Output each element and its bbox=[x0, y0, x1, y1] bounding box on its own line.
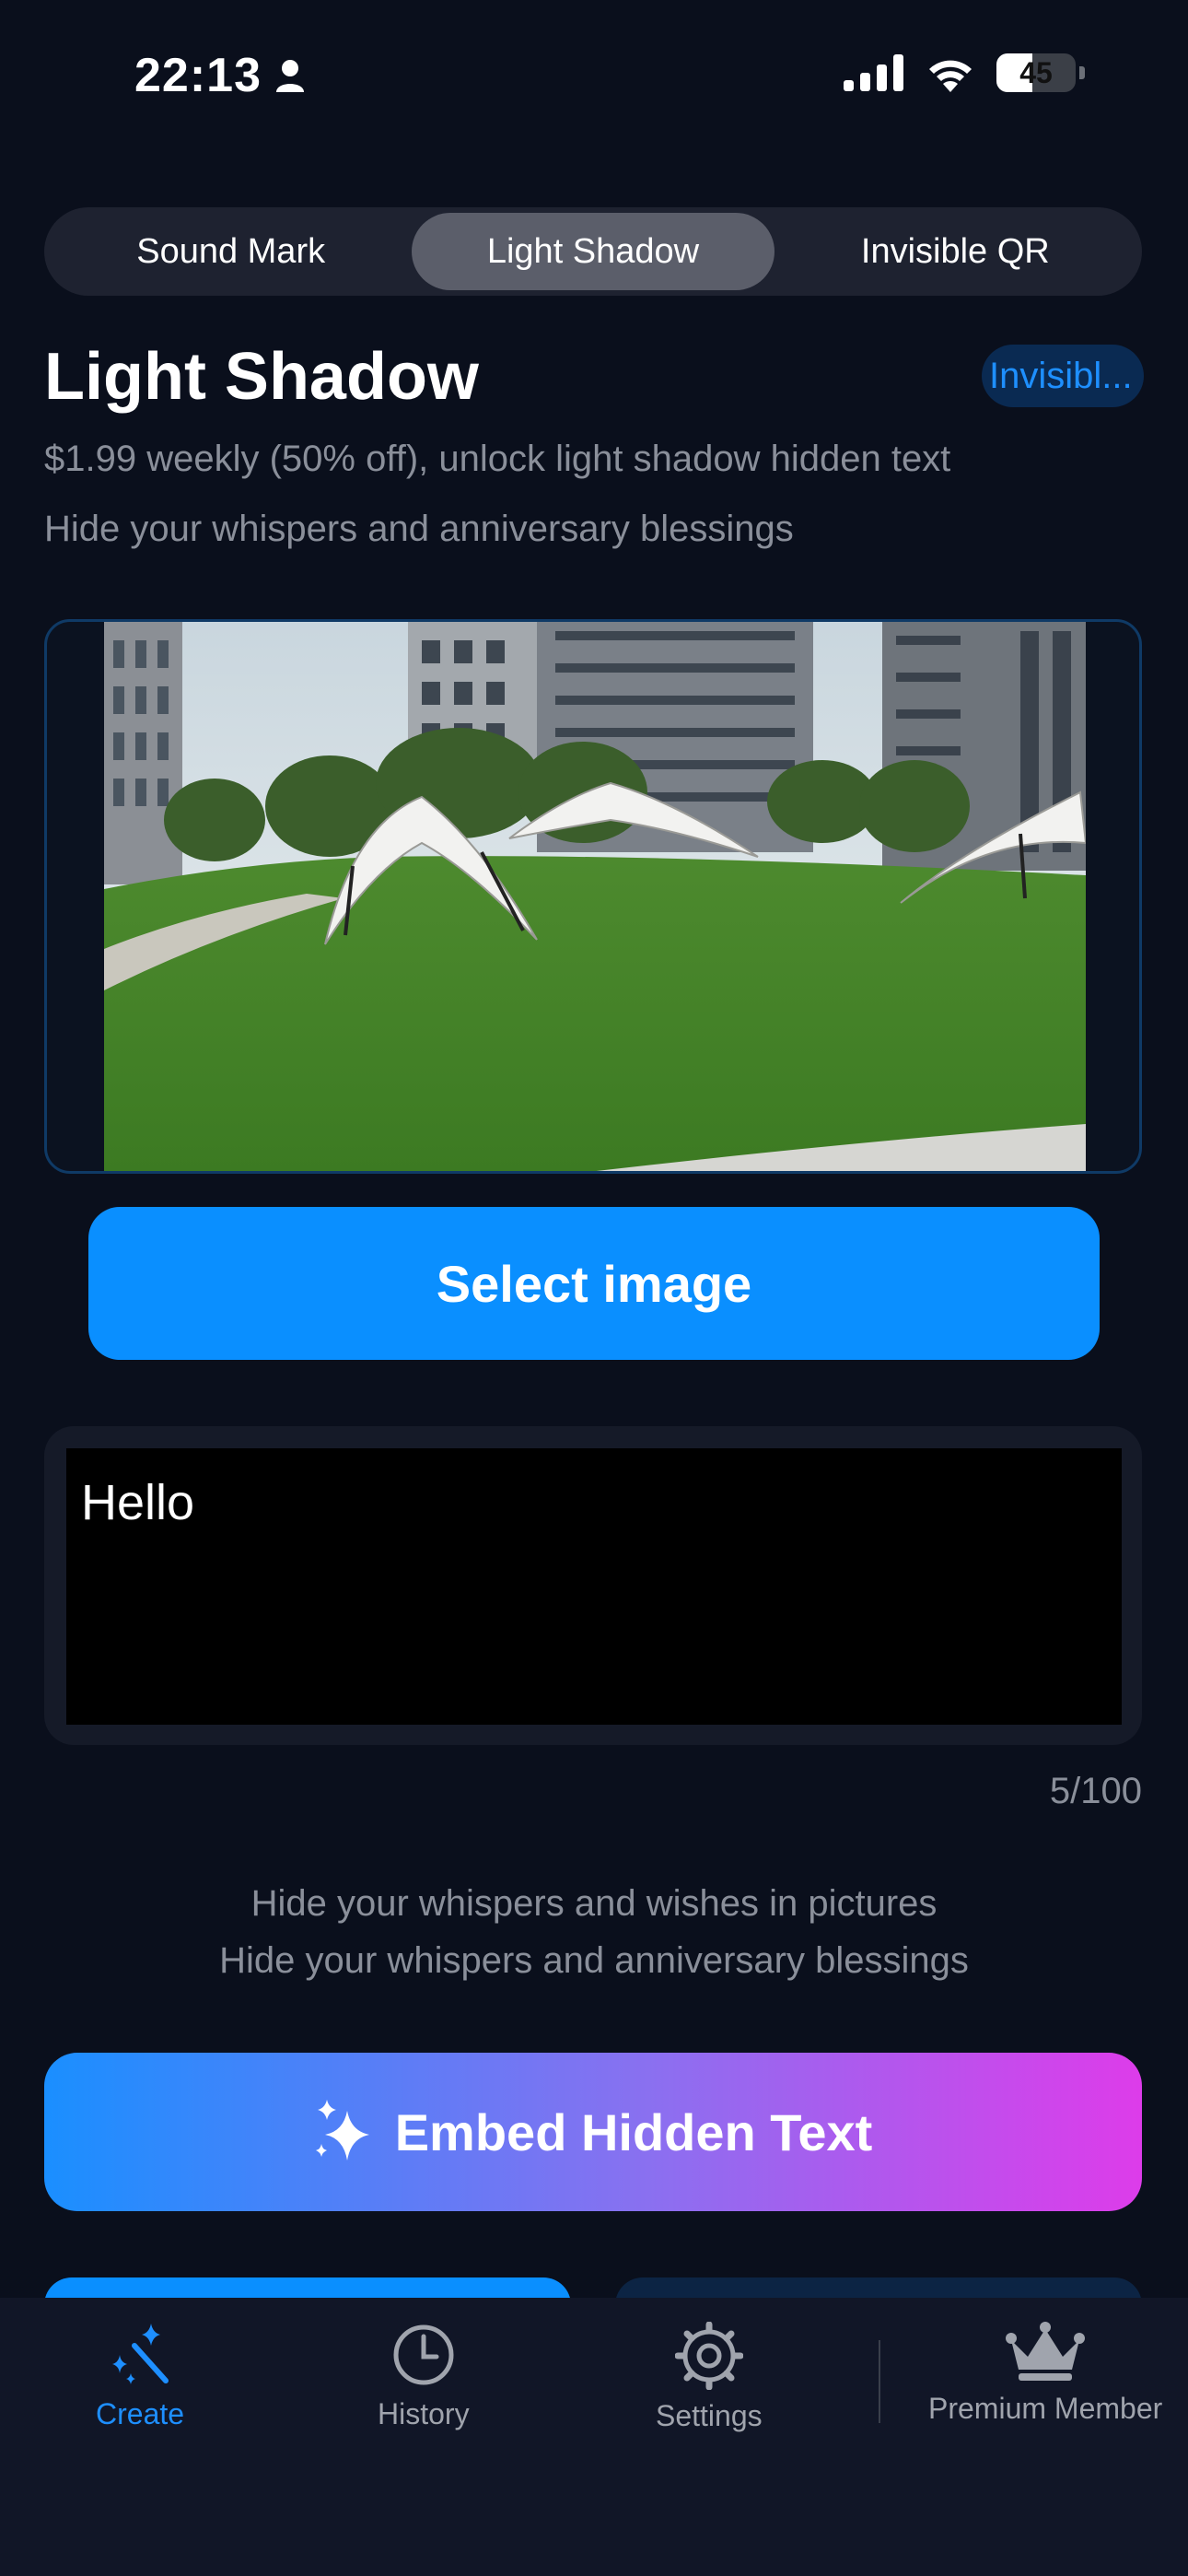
wifi-icon bbox=[929, 60, 972, 92]
tab-premium-member[interactable]: Premium Member bbox=[928, 2322, 1162, 2426]
select-image-button[interactable]: Select image bbox=[88, 1207, 1100, 1360]
segment-light-shadow[interactable]: Light Shadow bbox=[412, 213, 775, 290]
cellular-signal-icon bbox=[844, 54, 903, 91]
status-time: 22:13 bbox=[134, 48, 306, 103]
selected-photo bbox=[104, 622, 1086, 1171]
tab-settings[interactable]: Settings bbox=[656, 2322, 763, 2433]
image-preview[interactable] bbox=[44, 619, 1142, 1174]
segment-invisible-qr[interactable]: Invisible QR bbox=[775, 213, 1136, 290]
sparkles-icon bbox=[315, 2100, 369, 2160]
status-icons: 45 bbox=[844, 53, 1085, 92]
character-counter: 5/100 bbox=[1049, 1771, 1142, 1811]
tab-create[interactable]: Create bbox=[96, 2322, 184, 2431]
tab-divider bbox=[879, 2340, 880, 2423]
page-title: Light Shadow bbox=[44, 340, 479, 414]
invisible-badge[interactable]: Invisibl... bbox=[982, 345, 1144, 407]
mode-segmented-control: Sound Mark Light Shadow Invisible QR bbox=[44, 207, 1142, 296]
price-line: $1.99 weekly (50% off), unlock light sha… bbox=[44, 439, 951, 479]
gear-icon bbox=[674, 2322, 743, 2390]
battery-level: 45 bbox=[1019, 55, 1053, 89]
hint-line-2: Hide your whispers and anniversary bless… bbox=[219, 1940, 969, 1981]
hidden-text-input[interactable] bbox=[66, 1448, 1122, 1725]
hint-line-1: Hide your whispers and wishes in picture… bbox=[250, 1883, 938, 1924]
tagline: Hide your whispers and anniversary bless… bbox=[44, 509, 794, 549]
status-time-text: 22:13 bbox=[134, 49, 262, 102]
crown-icon bbox=[1006, 2322, 1086, 2381]
hidden-text-value: Hello bbox=[81, 1475, 195, 1530]
tab-history[interactable]: History bbox=[378, 2322, 470, 2431]
battery-tip bbox=[1079, 66, 1085, 79]
battery-icon: 45 bbox=[996, 53, 1076, 92]
magic-wand-icon bbox=[112, 2324, 169, 2384]
person-icon bbox=[276, 60, 304, 92]
segment-sound-mark[interactable]: Sound Mark bbox=[50, 213, 412, 290]
embed-hidden-text-button[interactable]: Embed Hidden Text bbox=[44, 2053, 1142, 2211]
clock-icon bbox=[393, 2324, 454, 2385]
